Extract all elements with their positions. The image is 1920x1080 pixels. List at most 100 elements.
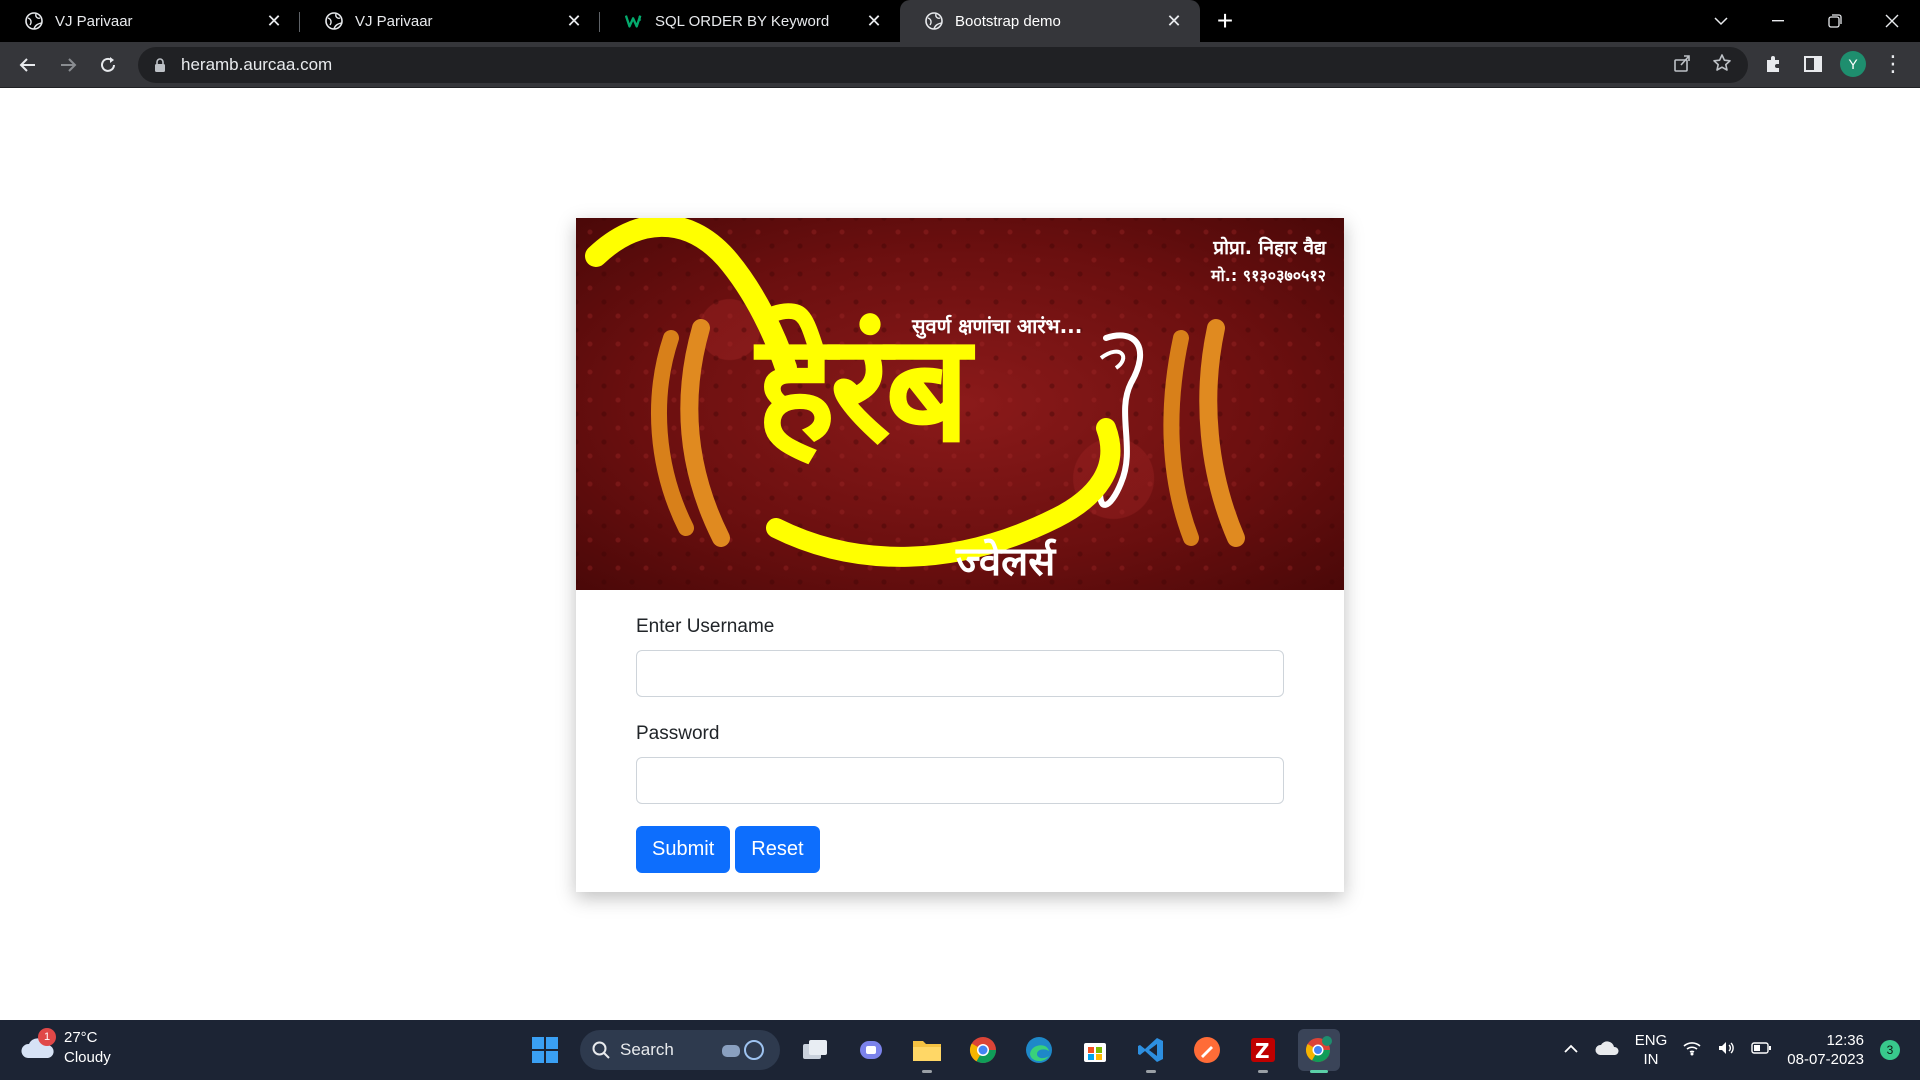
- extensions-puzzle-icon[interactable]: [1760, 48, 1786, 80]
- heramb-jewellers-banner: प्रोप्रा. निहार वैद्य मो.: ९१३०३७०५१२ सु…: [576, 218, 1344, 590]
- owner-name: प्रोप्रा. निहार वैद्य: [1213, 237, 1326, 259]
- address-bar[interactable]: heramb.aurcaa.com: [138, 47, 1748, 83]
- close-icon[interactable]: ✕: [1164, 11, 1184, 31]
- omnibox-actions: [1672, 53, 1732, 78]
- reload-button[interactable]: [88, 45, 128, 85]
- taskbar-search[interactable]: Search: [580, 1030, 780, 1070]
- side-panel-icon[interactable]: [1800, 48, 1826, 80]
- login-card: प्रोप्रा. निहार वैद्य मो.: ९१३०३७०५१२ सु…: [576, 218, 1344, 892]
- globe-icon: [325, 12, 343, 30]
- window-controls: [1692, 0, 1920, 42]
- postman-icon: [1194, 1037, 1220, 1063]
- weather-badge: 1: [38, 1028, 56, 1046]
- taskbar: 1 27°C Cloudy Search Z ENG IN 12:36 08-0…: [0, 1020, 1920, 1080]
- clock[interactable]: 12:36 08-07-2023: [1787, 1031, 1864, 1069]
- tab-title: VJ Parivaar: [355, 12, 433, 30]
- battery-icon[interactable]: [1751, 1041, 1772, 1059]
- tab-bootstrap-demo[interactable]: Bootstrap demo ✕: [900, 0, 1200, 42]
- wifi-icon[interactable]: [1683, 1040, 1701, 1061]
- filezilla-button[interactable]: Z: [1242, 1029, 1284, 1073]
- file-explorer-button[interactable]: [906, 1029, 948, 1073]
- language-code: ENG: [1634, 1032, 1668, 1049]
- globe-icon: [25, 12, 43, 30]
- owner-phone: मो.: ९१३०३७०५१२: [1211, 266, 1326, 285]
- filezilla-icon: Z: [1251, 1038, 1275, 1063]
- edge-icon: [1026, 1037, 1052, 1063]
- close-icon[interactable]: ✕: [864, 11, 884, 31]
- more-options-icon[interactable]: ⋮: [1880, 48, 1906, 80]
- taskbar-apps: Search Z: [524, 1026, 1340, 1074]
- svg-text:3: 3: [638, 16, 642, 23]
- teams-chat-button[interactable]: [850, 1029, 892, 1071]
- windows-logo-icon: [532, 1037, 558, 1063]
- lock-icon: [155, 58, 165, 72]
- username-input[interactable]: [636, 650, 1284, 697]
- edge-button[interactable]: [1018, 1029, 1060, 1071]
- tab-title: VJ Parivaar: [55, 12, 133, 30]
- weather-desc: Cloudy: [64, 1049, 111, 1066]
- store-button[interactable]: [1074, 1029, 1116, 1071]
- clock-date: 08-07-2023: [1787, 1051, 1864, 1068]
- minimize-icon[interactable]: [1749, 0, 1806, 42]
- back-button[interactable]: [8, 45, 48, 85]
- forward-button[interactable]: [48, 45, 88, 85]
- vscode-icon: [1138, 1038, 1163, 1062]
- globe-icon: [925, 12, 943, 30]
- close-icon[interactable]: ✕: [564, 11, 584, 31]
- chrome-profile-icon: [1305, 1036, 1332, 1063]
- search-icon: [592, 1041, 610, 1059]
- notification-badge[interactable]: 3: [1880, 1040, 1900, 1060]
- w3schools-icon: 3: [625, 12, 643, 30]
- task-view-icon: [803, 1040, 827, 1059]
- volume-icon[interactable]: [1717, 1040, 1735, 1061]
- toolbar-actions: Y ⋮: [1760, 48, 1906, 80]
- show-hidden-icons-chevron-icon[interactable]: [1563, 1041, 1579, 1059]
- brand-subtitle: ज्वेलर्स: [956, 539, 1056, 585]
- share-icon[interactable]: [1672, 53, 1692, 78]
- weather-temp: 27°C: [64, 1029, 98, 1046]
- submit-button[interactable]: Submit: [636, 826, 731, 873]
- restore-icon[interactable]: [1806, 0, 1863, 42]
- weather-widget[interactable]: 1 27°C Cloudy: [20, 1028, 111, 1068]
- system-tray: ENG IN 12:36 08-07-2023 3: [1563, 1020, 1900, 1080]
- folder-icon: [913, 1041, 941, 1061]
- tab-vj-parivaar-1[interactable]: VJ Parivaar ✕: [0, 0, 300, 42]
- close-window-icon[interactable]: [1863, 0, 1920, 42]
- profile-avatar[interactable]: Y: [1840, 51, 1866, 77]
- url-text: heramb.aurcaa.com: [181, 55, 333, 74]
- vscode-button[interactable]: [1130, 1029, 1172, 1073]
- reset-button[interactable]: Reset: [735, 826, 820, 873]
- search-highlight-icon: [722, 1040, 764, 1060]
- search-label: Search: [620, 1040, 674, 1059]
- page-viewport: प्रोप्रा. निहार वैद्य मो.: ९१३०३७०५१२ सु…: [0, 88, 1920, 1020]
- tab-search-icon[interactable]: [1692, 0, 1749, 42]
- onedrive-cloud-icon[interactable]: [1595, 1040, 1619, 1061]
- svg-text:Z: Z: [1255, 1039, 1270, 1063]
- close-icon[interactable]: ✕: [264, 11, 284, 31]
- clock-time: 12:36: [1826, 1032, 1864, 1049]
- tab-title: SQL ORDER BY Keyword: [655, 12, 830, 30]
- new-tab-button[interactable]: +: [1200, 0, 1250, 42]
- tab-title: Bootstrap demo: [955, 12, 1061, 30]
- username-label: Enter Username: [636, 616, 775, 637]
- login-form: Enter Username Password Submit Reset: [636, 616, 1284, 873]
- forward-arrow-icon: [61, 57, 77, 72]
- brand-name: हेरंब: [756, 302, 971, 476]
- region-code: IN: [1643, 1051, 1659, 1068]
- tab-sql-order-by[interactable]: 3 SQL ORDER BY Keyword ✕: [600, 0, 900, 42]
- language-indicator[interactable]: ENG IN: [1635, 1031, 1668, 1069]
- chrome-button[interactable]: [962, 1029, 1004, 1071]
- password-input[interactable]: [636, 757, 1284, 804]
- weather-text: 27°C Cloudy: [64, 1028, 111, 1068]
- tab-strip: VJ Parivaar ✕ VJ Parivaar ✕ 3 SQL ORDER …: [0, 0, 1920, 42]
- start-button[interactable]: [524, 1029, 566, 1071]
- task-view-button[interactable]: [794, 1029, 836, 1071]
- password-label: Password: [636, 723, 720, 744]
- chrome-profile-button[interactable]: [1298, 1029, 1340, 1073]
- form-buttons: Submit Reset: [636, 826, 1284, 873]
- cloud-icon: 1: [20, 1028, 56, 1062]
- tab-vj-parivaar-2[interactable]: VJ Parivaar ✕: [300, 0, 600, 42]
- postman-button[interactable]: [1186, 1029, 1228, 1071]
- bookmark-star-icon[interactable]: [1712, 53, 1732, 78]
- chat-icon: [860, 1041, 882, 1059]
